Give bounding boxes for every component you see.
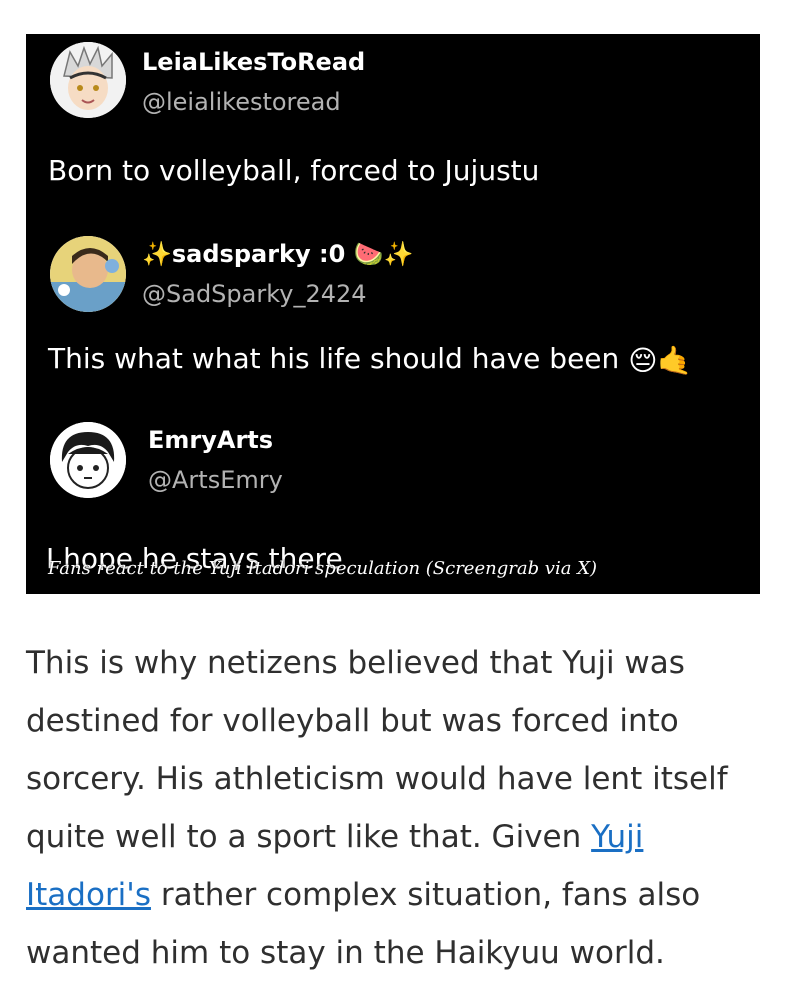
avatar-leialikestoread — [50, 42, 126, 118]
watermelon-sparkles-icon: 🍉✨ — [353, 240, 414, 268]
image-caption: Fans react to the Yuji Itadori speculati… — [48, 558, 598, 579]
reply-text: This what what his life should have been… — [48, 342, 692, 377]
user-handle[interactable]: @SadSparky_2424 — [142, 280, 367, 308]
user-handle[interactable]: @ArtsEmry — [148, 466, 283, 494]
reply-text-content: This what what his life should have been — [48, 342, 620, 375]
display-name-text: sadsparky :0 — [171, 240, 346, 268]
reply-text: Born to volleyball, forced to Jujustu — [48, 154, 540, 187]
display-name[interactable]: ✨sadsparky :0 🍉✨ — [142, 240, 413, 268]
avatar-emryarts — [50, 422, 126, 498]
pensive-call-me-icon: 😔🤙 — [628, 343, 693, 377]
avatar-sadsparky — [50, 236, 126, 312]
display-name[interactable]: EmryArts — [148, 426, 273, 454]
sparkles-icon: ✨ — [142, 240, 172, 268]
article-paragraph: This is why netizens believed that Yuji … — [26, 634, 766, 982]
display-name[interactable]: LeiaLikesToRead — [142, 48, 365, 76]
user-handle[interactable]: @leialikestoread — [142, 88, 341, 116]
screengrab-image: LeiaLikesToRead @leialikestoread Born to… — [26, 34, 760, 594]
